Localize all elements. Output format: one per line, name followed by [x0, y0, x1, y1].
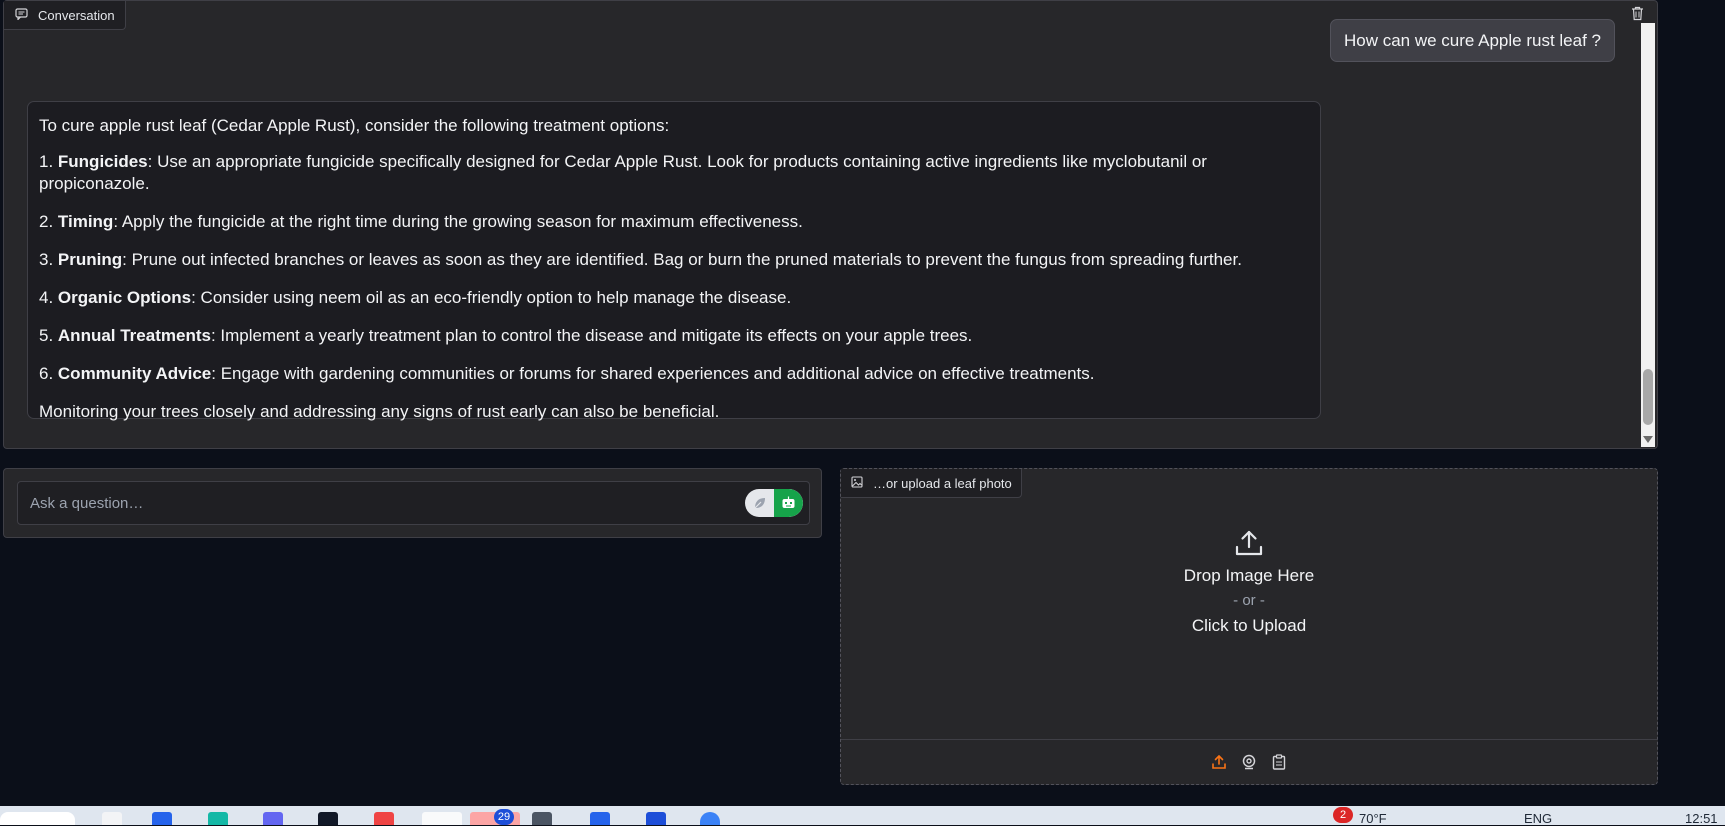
chat-scrollbar[interactable] [1641, 23, 1655, 447]
list-item-title: Timing [57, 212, 114, 231]
chatbot-label: Conversation [4, 1, 126, 30]
user-message-text: How can we cure Apple rust leaf ? [1343, 30, 1601, 50]
list-item: 6. Community Advice: Engage with gardeni… [39, 363, 1320, 385]
question-input[interactable] [17, 481, 810, 525]
list-item: 5. Annual Treatments: Implement a yearly… [39, 325, 1320, 347]
drop-zone[interactable]: Drop Image Here - or - Click to Upload [841, 529, 1657, 679]
teams-icon[interactable] [263, 812, 283, 825]
list-item-title: Fungicides [57, 152, 148, 171]
question-panel [3, 468, 822, 538]
model-toggle[interactable] [745, 489, 803, 517]
brave-icon[interactable] [374, 812, 394, 825]
upload-label: …or upload a leaf photo [841, 469, 1022, 498]
bot-message-intro: To cure apple rust leaf (Cedar Apple Rus… [39, 116, 670, 135]
chatbot-label-text: Conversation [38, 7, 115, 23]
chatbot-panel: Conversation How can we cure Apple rust … [3, 0, 1658, 449]
file-icon[interactable] [102, 812, 122, 825]
drop-title: Drop Image Here [1183, 566, 1315, 585]
list-item-number: 6. [39, 364, 58, 383]
explorer-icon[interactable] [532, 812, 552, 825]
list-item: 1. Fungicides: Use an appropriate fungic… [39, 151, 1320, 195]
user-message: How can we cure Apple rust leaf ? [1329, 19, 1615, 62]
upload-arrow-icon [1235, 530, 1263, 556]
list-item-text: : Apply the fungicide at the right time … [113, 212, 803, 231]
source-clipboard-button[interactable] [1270, 753, 1288, 771]
leaf-icon [754, 498, 765, 509]
image-upload-panel[interactable]: …or upload a leaf photo Drop Image Here … [840, 468, 1658, 785]
bot-message-outro: Monitoring your trees closely and addres… [39, 402, 720, 421]
toggle-left[interactable] [745, 489, 774, 517]
upload-icon [1212, 755, 1226, 769]
weather-alert-badge: 2 [1333, 807, 1353, 823]
list-item-number: 3. [39, 250, 58, 269]
dropbox-icon[interactable] [318, 812, 338, 825]
temperature[interactable]: 70°F [1359, 811, 1387, 826]
list-item-title: Annual Treatments [57, 326, 211, 345]
webcam-icon [1242, 754, 1256, 770]
list-item: 4. Organic Options: Consider using neem … [39, 287, 1320, 309]
source-upload-button[interactable] [1210, 753, 1228, 771]
upload-label-text: …or upload a leaf photo [873, 475, 1012, 491]
bot-message: To cure apple rust leaf (Cedar Apple Rus… [27, 101, 1321, 421]
chat-bubble-icon [15, 7, 28, 23]
drop-or: - or - [1233, 592, 1265, 609]
scroll-down-arrow-icon[interactable] [1643, 436, 1653, 443]
list-item-number: 2. [39, 212, 58, 231]
notification-badge: 29 [494, 809, 514, 825]
list-item-text: : Consider using neem oil as an eco-frie… [191, 288, 792, 307]
list-item-text: : Engage with gardening communities or f… [211, 364, 1095, 383]
list-item-title: Organic Options [57, 288, 192, 307]
list-item-number: 1. [39, 152, 58, 171]
list-item-title: Pruning [57, 250, 123, 269]
trash-icon [1631, 6, 1643, 20]
clock[interactable]: 12:51 [1685, 811, 1718, 826]
list-item-title: Community Advice [57, 364, 212, 383]
taskbar-search[interactable] [0, 812, 75, 825]
chat-app-icon[interactable] [700, 812, 720, 825]
list-item-text: : Prune out infected branches or leaves … [122, 250, 1242, 269]
source-webcam-button[interactable] [1240, 753, 1258, 771]
language-indicator[interactable]: ENG [1524, 811, 1552, 826]
robot-icon [782, 496, 795, 508]
list-item-number: 5. [39, 326, 58, 345]
list-item-number: 4. [39, 288, 58, 307]
list-item-text: : Use an appropriate fungicide specifica… [39, 152, 1207, 193]
edge-icon[interactable] [208, 812, 228, 825]
chat-scrollbar-thumb[interactable] [1643, 369, 1653, 425]
copilot-icon[interactable] [152, 812, 172, 825]
image-icon [851, 475, 863, 491]
vscode-icon[interactable] [590, 812, 610, 825]
source-selector [841, 739, 1657, 784]
click-to-upload[interactable]: Click to Upload [1192, 615, 1306, 637]
clipboard-icon [1272, 754, 1286, 770]
store-icon[interactable] [646, 812, 666, 825]
os-taskbar: 29 2 70°F ENG 12:51 [0, 806, 1725, 826]
profile-icon[interactable] [422, 812, 462, 825]
list-item-text: : Implement a yearly treatment plan to c… [210, 326, 973, 345]
toggle-right[interactable] [774, 489, 803, 517]
clear-chat-button[interactable] [1629, 5, 1645, 21]
list-item: 3. Pruning: Prune out infected branches … [39, 249, 1320, 271]
list-item: 2. Timing: Apply the fungicide at the ri… [39, 211, 1320, 233]
